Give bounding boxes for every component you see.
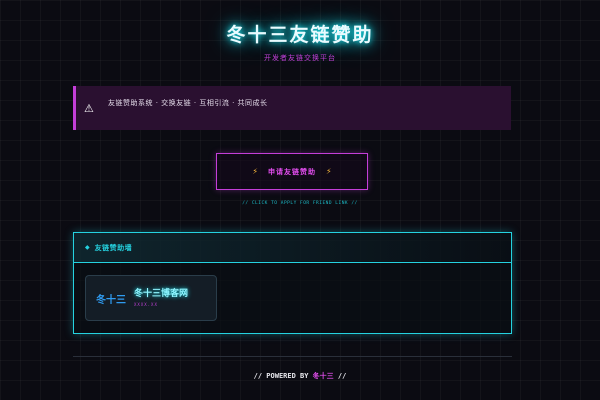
apply-button-label: 申请友链赞助 [268, 167, 316, 176]
friend-info: 冬十三博客网 XXXX.XX [134, 286, 188, 307]
bolt-icon: ⚡ [252, 167, 258, 176]
page-subtitle: 开发者友链交换平台 [264, 54, 336, 62]
panel-title: 友链赞助墙 [94, 243, 133, 252]
panel-header: ◆ 友链赞助墙 [74, 233, 511, 263]
bolt-icon: ⚡ [326, 167, 332, 176]
footer: // POWERED BY 冬十三 // [0, 371, 600, 381]
footer-brand[interactable]: 冬十三 [313, 372, 334, 380]
footer-prefix: // POWERED BY [253, 372, 309, 380]
notice-text: 友链赞助系统 · 交换友链 · 互相引流 · 共同成长 [108, 99, 268, 107]
friend-tag: XXXX.XX [134, 301, 158, 307]
friend-logo: 冬十三 [96, 294, 126, 306]
page-header: 冬十三友链赞助 开发者友链交换平台 [0, 20, 600, 63]
page-title: 冬十三友链赞助 [226, 24, 374, 46]
notice-banner: ⚠ 友链赞助系统 · 交换友链 · 互相引流 · 共同成长 [73, 86, 511, 130]
sponsor-wall-panel: ◆ 友链赞助墙 冬十三 冬十三博客网 XXXX.XX [73, 232, 512, 334]
diamond-icon: ◆ [85, 244, 90, 251]
friend-link-card[interactable]: 冬十三 冬十三博客网 XXXX.XX [85, 275, 217, 321]
footer-divider [73, 356, 512, 357]
apply-hint: // CLICK TO APPLY FOR FRIEND LINK // [242, 201, 358, 206]
friend-name: 冬十三博客网 [134, 288, 189, 299]
warning-icon: ⚠ [84, 101, 94, 115]
footer-suffix: // [337, 372, 347, 380]
apply-sponsor-button[interactable]: ⚡ 申请友链赞助 ⚡ [216, 153, 368, 190]
